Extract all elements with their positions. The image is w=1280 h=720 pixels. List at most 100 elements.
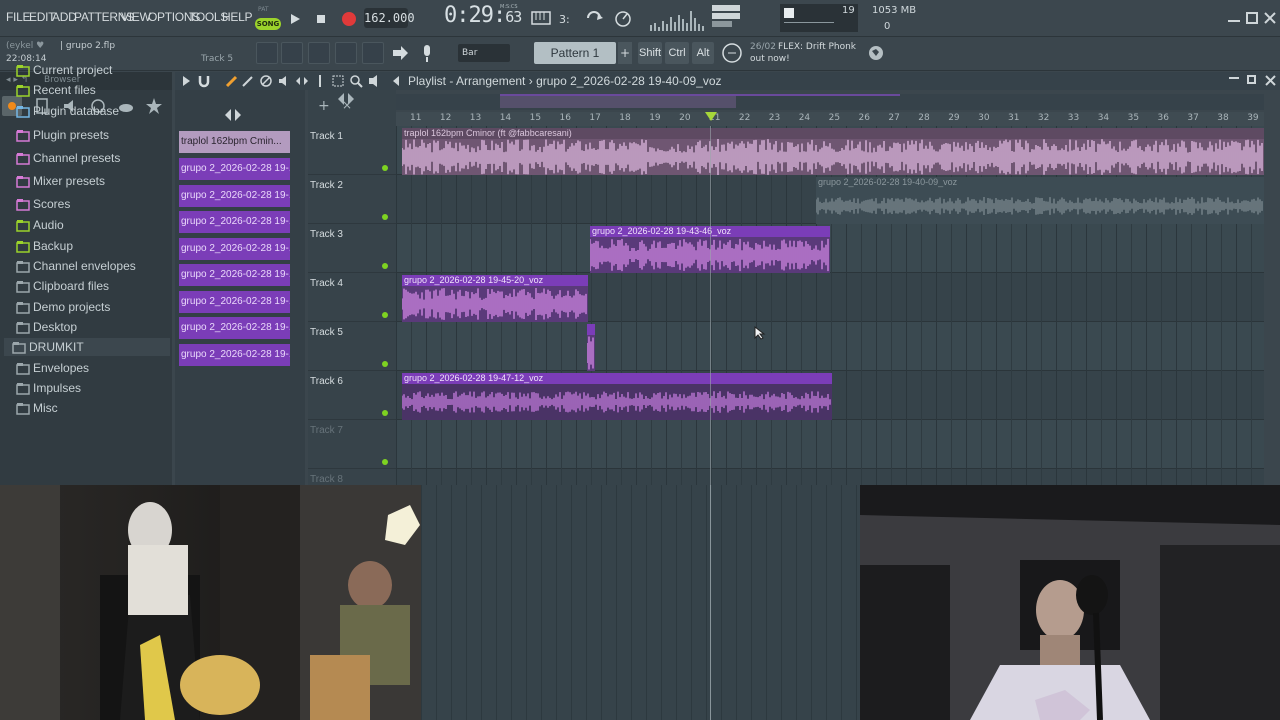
picker-clip[interactable]: grupo 2_2026-02-28 19-... — [179, 344, 290, 366]
track-header[interactable]: Track 2 — [308, 175, 396, 224]
slice-icon[interactable] — [313, 74, 327, 88]
timeline-ruler[interactable]: 11 12 13 14 15 16 17 18 19 20 21 22 23 24 25 26 27 28 29 30… — [396, 112, 1264, 126]
metronome-icon[interactable]: 3: — [557, 8, 579, 28]
browser-item[interactable]: Channel envelopes — [16, 257, 136, 275]
menu-add[interactable]: ADD — [52, 10, 77, 24]
track-mute-led[interactable] — [382, 361, 388, 367]
picker-clip[interactable]: grupo 2_2026-02-28 19-... — [179, 211, 290, 233]
track-header[interactable]: Track 5 — [308, 322, 396, 371]
picker-clip[interactable]: grupo 2_2026-02-28 19-... — [179, 238, 290, 260]
microphone-icon[interactable] — [416, 42, 438, 64]
slip-icon[interactable] — [295, 74, 309, 88]
step-edit-icon[interactable] — [612, 8, 634, 28]
browser-item[interactable]: Desktop — [16, 318, 77, 336]
picker-clip[interactable]: grupo 2_2026-02-28 19-... — [179, 185, 290, 207]
record-button[interactable] — [338, 8, 360, 30]
brush-icon[interactable] — [241, 74, 255, 88]
track-lane[interactable] — [396, 469, 1264, 485]
track-mute-led[interactable] — [382, 214, 388, 220]
scrollbar-thumb[interactable] — [500, 96, 736, 108]
news-icon[interactable] — [720, 42, 744, 64]
browser-item[interactable]: Audio — [16, 216, 64, 234]
stop-button[interactable] — [310, 8, 332, 30]
track-mute-led[interactable] — [382, 459, 388, 465]
browser-item[interactable]: Demo projects — [16, 298, 110, 316]
browser-item[interactable]: Plugin database — [16, 102, 119, 120]
pattern-selector[interactable]: Pattern 1 — [534, 42, 616, 64]
track-mute-led[interactable] — [382, 263, 388, 269]
arrow-right-icon[interactable] — [389, 42, 411, 64]
track-lane[interactable] — [396, 224, 1264, 273]
browser-button[interactable] — [362, 42, 384, 64]
tempo-display[interactable]: 162.000 — [364, 8, 415, 28]
playlist-minimize-button[interactable] — [1229, 77, 1239, 79]
clip-voz-short[interactable] — [587, 324, 595, 371]
track-mute-led[interactable] — [382, 312, 388, 318]
horizontal-scrollbar[interactable] — [396, 94, 1264, 110]
remove-track-icon[interactable]: × — [342, 98, 352, 112]
browser-item[interactable]: Plugin presets — [16, 126, 109, 144]
playhead-marker-icon[interactable] — [705, 112, 717, 122]
typing-keyboard-icon[interactable] — [530, 8, 552, 28]
menu-arrow-icon[interactable] — [391, 75, 403, 87]
globe-icon[interactable] — [868, 45, 884, 61]
clip-voz-4[interactable]: grupo 2_2026-02-28 19-47-12_voz — [402, 373, 832, 420]
browser-item[interactable]: Mixer presets — [16, 172, 105, 190]
delete-icon[interactable] — [259, 74, 273, 88]
clip-voz-3[interactable]: grupo 2_2026-02-28 19-45-20_voz — [402, 275, 588, 322]
piano-roll-button[interactable] — [281, 42, 303, 64]
picker-clip[interactable]: grupo 2_2026-02-28 19-... — [179, 158, 290, 180]
channel-rack-button[interactable] — [308, 42, 330, 64]
browser-item[interactable]: Backup — [16, 237, 73, 255]
maximize-button[interactable] — [1246, 12, 1258, 24]
picker-expand-icon[interactable] — [225, 108, 241, 122]
clip-voz-1[interactable]: grupo 2_2026-02-28 19-40-09_voz — [816, 177, 1264, 224]
playlist-maximize-button[interactable] — [1247, 75, 1256, 84]
picker-clip[interactable]: traplol 162bpm Cmin... — [179, 131, 290, 153]
track-lane[interactable] — [396, 322, 1264, 371]
browser-item[interactable]: DRUMKIT — [4, 338, 170, 356]
browser-item[interactable]: Scores — [16, 195, 70, 213]
loop-record-icon[interactable] — [584, 8, 606, 28]
track-header[interactable]: Track 3 — [308, 224, 396, 273]
menu-view[interactable]: VIEW — [121, 10, 151, 24]
playlist-grid[interactable]: traplol 162bpm Cminor (ft @fabbcaresani)… — [396, 126, 1264, 485]
picker-clip[interactable]: grupo 2_2026-02-28 19-... — [179, 291, 290, 313]
picker-clip[interactable]: grupo 2_2026-02-28 19-... — [179, 317, 290, 339]
ctrl-key-button[interactable]: Ctrl — [665, 42, 689, 64]
pencil-icon[interactable] — [225, 74, 239, 88]
snap-select[interactable]: Bar — [458, 44, 510, 62]
track-header[interactable]: Track 7 — [308, 420, 396, 469]
track-mute-led[interactable] — [382, 410, 388, 416]
alt-key-button[interactable]: Alt — [692, 42, 714, 64]
minimize-button[interactable] — [1228, 20, 1240, 22]
mute-icon[interactable] — [277, 74, 291, 88]
browser-item[interactable]: Clipboard files — [16, 277, 109, 295]
picker-clip[interactable]: grupo 2_2026-02-28 19-... — [179, 264, 290, 286]
browser-item[interactable]: Channel presets — [16, 149, 120, 167]
zoom-icon[interactable] — [349, 74, 363, 88]
playlist-button[interactable] — [256, 42, 278, 64]
playlist-arrow-icon[interactable] — [180, 75, 192, 87]
track-header[interactable]: Track 4 — [308, 273, 396, 322]
playlist-close-icon[interactable] — [1265, 75, 1276, 86]
clip-beat[interactable]: traplol 162bpm Cminor (ft @fabbcaresani) — [402, 128, 1264, 175]
news-headline[interactable]: FLEX: Drift Phonk — [778, 42, 856, 52]
play-button[interactable] — [284, 8, 306, 30]
track-lane[interactable] — [396, 420, 1264, 469]
browser-item[interactable]: Recent files — [16, 81, 96, 99]
browser-item[interactable]: Envelopes — [16, 359, 89, 377]
track-header[interactable]: Track 6 — [308, 371, 396, 420]
browser-item[interactable]: Misc — [16, 399, 58, 417]
magnet-icon[interactable] — [197, 74, 211, 88]
browser-item[interactable]: Impulses — [16, 379, 81, 397]
mixer-button[interactable] — [335, 42, 357, 64]
playback-icon[interactable] — [367, 74, 381, 88]
select-icon[interactable] — [331, 74, 345, 88]
browser-item[interactable]: Current project — [16, 61, 112, 79]
shift-key-button[interactable]: Shift — [638, 42, 662, 64]
track-mute-led[interactable] — [382, 165, 388, 171]
star-icon[interactable] — [144, 96, 164, 116]
pattern-song-toggle[interactable]: PAT SONG — [254, 6, 282, 32]
news-subline[interactable]: out now! — [750, 54, 790, 64]
